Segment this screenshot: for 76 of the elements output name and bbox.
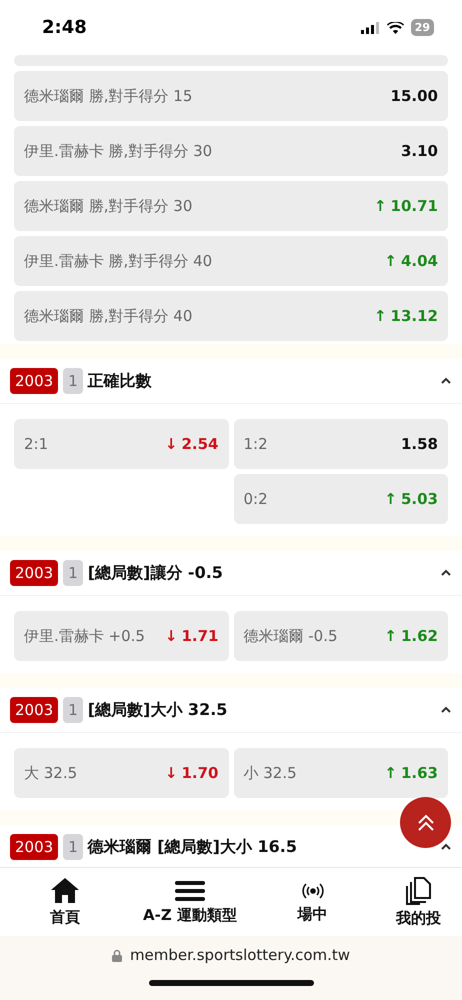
broadcast-icon [300,880,324,900]
battery-level: 29 [410,19,434,36]
trend-arrow: ↓ [164,627,178,645]
home-icon [50,877,80,904]
chevron-up-icon[interactable] [440,843,452,851]
odds-value: 1.70 [181,764,218,782]
trend-arrow: ↑ [384,764,397,782]
nav-tab[interactable]: 我的投 [375,868,462,936]
signal-icon [360,22,380,34]
event-code: 2003 [10,697,58,723]
trend-arrow: ↑ [384,490,397,508]
option-label: 0:2 [244,490,268,508]
odds-button[interactable]: 小 32.5 ↑ 1.63 [234,748,448,798]
odds-value: 4.04 [400,252,438,270]
odds-value: 1.71 [181,627,218,645]
option-label: 伊里.雷赫卡 +0.5 [24,626,145,646]
chevron-up-icon[interactable] [440,569,452,577]
odds-button[interactable]: 伊里.雷赫卡 勝,對手得分 30 3.10 [14,126,448,176]
odds-button[interactable]: 伊里.雷赫卡 +0.5 ↓ 1.71 [14,611,228,661]
event-code: 2003 [10,834,58,860]
trend-arrow: ↑ [384,627,397,645]
odds-button[interactable]: 1:2 1.58 [234,419,448,469]
documents-icon [406,876,432,904]
odds-value: 5.03 [400,490,438,508]
odds-button[interactable]: 德米瑙爾 -0.5 ↑ 1.62 [234,611,448,661]
odds-value: 1.63 [400,764,438,782]
odds-button[interactable]: 德米瑙爾 勝,對手得分 30 ↑ 10.71 [14,181,448,231]
event-number: 1 [63,368,83,394]
odds-value: 15.00 [390,87,438,105]
double-chevron-up-icon [416,814,436,832]
option-label: 德米瑙爾 -0.5 [244,626,338,646]
odds-button[interactable]: 伊里.雷赫卡 勝,對手得分 40 ↑ 4.04 [14,236,448,286]
menu-icon [175,880,205,902]
trend-arrow: ↓ [164,764,178,782]
option-label: 小 32.5 [244,764,297,782]
odds-button[interactable]: 德米瑙爾 勝,對手得分 15 15.00 [14,71,448,121]
event-code: 2003 [10,560,58,586]
market-title: [總局數]讓分 -0.5 [88,562,224,584]
odds-value: 1.62 [400,627,438,645]
trend-arrow: ↓ [164,435,178,453]
event-number: 1 [63,560,83,586]
odds-button[interactable]: 德米瑙爾 勝,對手得分 40 ↑ 13.12 [14,291,448,341]
odds-button[interactable]: 2:1 ↓ 2.54 [14,419,228,469]
status-time: 2:48 [42,17,87,38]
odds-value: 10.71 [390,197,438,215]
odds-button[interactable]: 0:2 ↑ 5.03 [234,474,448,524]
market-title: 正確比數 [88,370,153,392]
odds-value: 1.58 [400,435,438,453]
url-text[interactable]: member.sportslottery.com.tw [130,946,350,964]
odds-value: 13.12 [390,307,438,325]
option-label: 德米瑙爾 勝,對手得分 15 [24,86,192,106]
lock-icon [112,948,122,962]
nav-tab[interactable]: A-Z 運動類型 [130,868,250,936]
odds-value: 2.54 [181,435,218,453]
option-label: 伊里.雷赫卡 勝,對手得分 40 [24,252,212,270]
trend-arrow: ↑ [374,307,387,325]
event-number: 1 [63,697,83,723]
trend-arrow: ↑ [384,252,397,270]
chevron-up-icon[interactable] [440,706,452,714]
nav-tab[interactable]: 場中 [250,868,375,936]
chevron-up-icon[interactable] [440,377,452,385]
option-label: 德米瑙爾 勝,對手得分 40 [24,306,192,326]
option-label: 1:2 [244,435,268,453]
option-label: 德米瑙爾 勝,對手得分 30 [24,196,192,216]
option-label: 大 32.5 [24,764,78,782]
nav-tab[interactable]: 首頁 [0,868,130,936]
trend-arrow: ↑ [374,197,387,215]
option-label: 2:1 [24,435,48,453]
event-code: 2003 [10,368,58,394]
odds-value: 3.10 [400,142,438,160]
market-title: [總局數]大小 32.5 [88,700,228,720]
option-label: 伊里.雷赫卡 勝,對手得分 30 [24,142,212,160]
event-number: 1 [63,834,83,860]
odds-button[interactable]: 大 32.5 ↓ 1.70 [14,748,228,798]
wifi-icon [386,22,404,34]
market-title: 德米瑙爾 [總局數]大小 16.5 [88,836,298,858]
